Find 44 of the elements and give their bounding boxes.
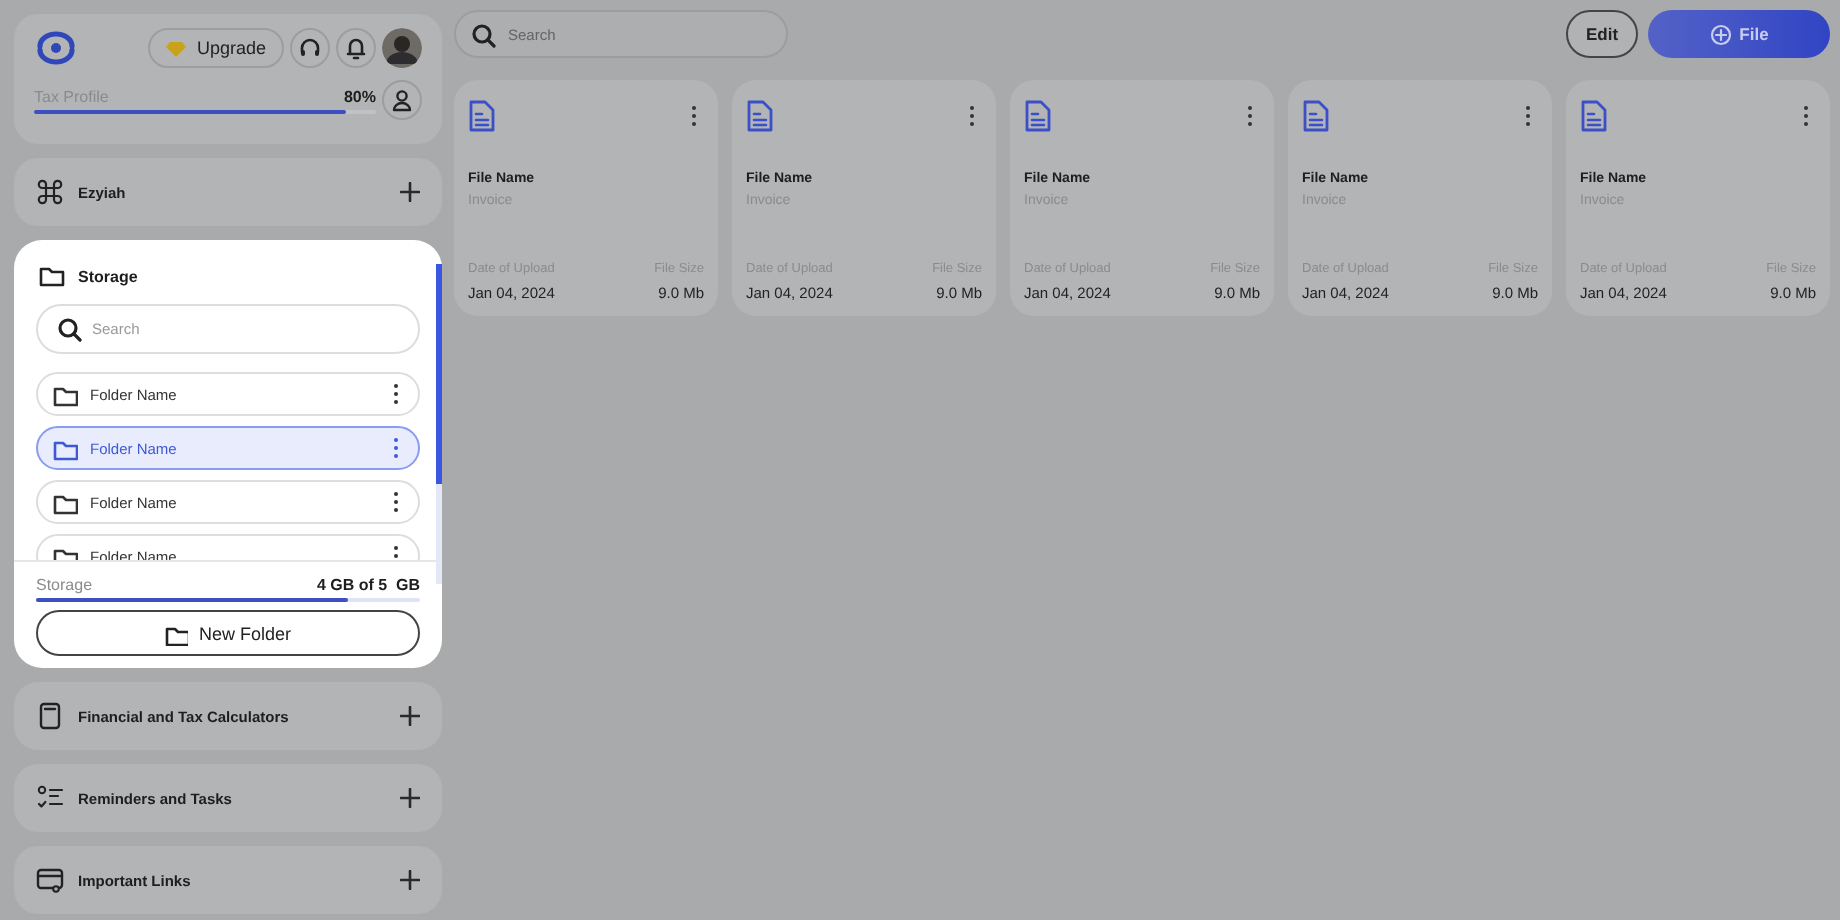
plus-icon xyxy=(400,870,420,890)
search-icon xyxy=(470,21,496,47)
gem-icon xyxy=(166,39,187,57)
calculator-icon xyxy=(36,702,64,730)
panel-title: Storage xyxy=(78,267,138,285)
upgrade-button[interactable]: Upgrade xyxy=(148,28,284,68)
person-icon xyxy=(390,88,414,112)
document-icon xyxy=(1024,100,1052,132)
more-icon xyxy=(392,382,400,406)
scrollbar[interactable] xyxy=(436,264,442,584)
browser-window-icon xyxy=(36,866,64,894)
more-icon xyxy=(392,436,400,460)
more-icon xyxy=(690,104,698,128)
more-icon xyxy=(1802,104,1810,128)
folder-icon xyxy=(38,262,66,290)
document-icon xyxy=(1580,100,1608,132)
storage-value: 4 GB of 5 GB xyxy=(316,576,420,594)
scrollbar-thumb[interactable] xyxy=(436,264,442,484)
profile-button[interactable] xyxy=(382,80,422,120)
plus-icon xyxy=(400,788,420,808)
search-icon xyxy=(56,316,82,342)
logo-icon xyxy=(34,30,78,66)
more-icon xyxy=(1524,104,1532,128)
checklist-icon xyxy=(36,784,64,812)
bell-icon xyxy=(344,36,368,60)
headset-button[interactable] xyxy=(290,28,330,68)
edit-button[interactable]: Edit xyxy=(1566,10,1638,58)
bell-button[interactable] xyxy=(336,28,376,68)
new-folder-button[interactable]: New Folder xyxy=(36,610,420,656)
more-icon xyxy=(1246,104,1254,128)
add-file-button[interactable]: File xyxy=(1648,10,1830,58)
document-icon xyxy=(1302,100,1330,132)
command-icon xyxy=(36,178,64,206)
document-icon xyxy=(746,100,774,132)
more-icon xyxy=(968,104,976,128)
more-icon xyxy=(392,490,400,514)
progress-value: 80% xyxy=(343,87,376,105)
plus-circle-icon xyxy=(1709,23,1732,45)
document-icon xyxy=(468,100,496,132)
plus-icon xyxy=(400,706,420,726)
avatar[interactable] xyxy=(382,28,422,68)
plus-icon xyxy=(400,182,420,202)
headset-icon xyxy=(298,36,322,60)
storage-label: Storage xyxy=(36,576,93,594)
